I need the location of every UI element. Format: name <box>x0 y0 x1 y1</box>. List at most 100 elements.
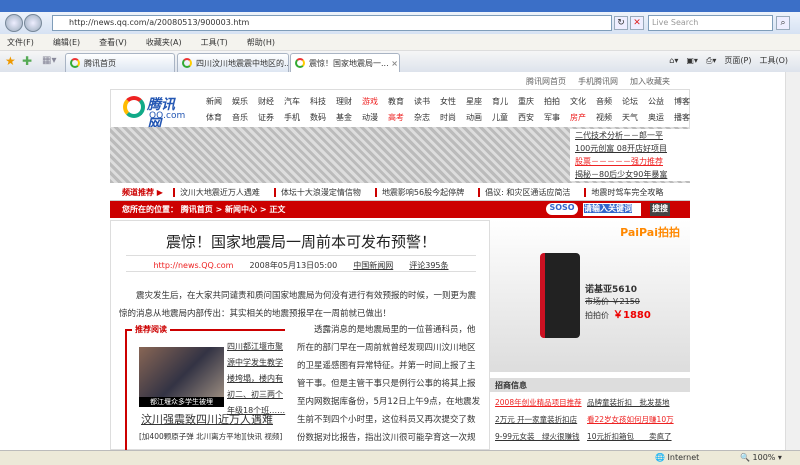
nav-link[interactable]: 育儿 <box>492 96 518 107</box>
menu-view[interactable]: 查看(V) <box>99 38 127 47</box>
rec-link[interactable]: 地震时驾车完全攻略 <box>584 188 664 197</box>
biz-link[interactable]: 2008年创业精品项目推荐 <box>495 396 587 409</box>
nav-link[interactable]: 文化 <box>570 96 596 107</box>
menu-file[interactable]: 文件(F) <box>7 38 34 47</box>
refresh-button[interactable]: ↻ <box>614 16 628 30</box>
stop-button[interactable]: ✕ <box>630 16 644 30</box>
rec-link[interactable]: 汶川大地震近万人遇难 <box>172 188 260 197</box>
ad-link[interactable]: 股票－－－－－强力推荐 <box>575 155 690 168</box>
nav-link[interactable]: 播客 <box>674 112 700 123</box>
ad-link[interactable]: 二代技术分析－－郎一平 <box>575 129 690 142</box>
nav-link[interactable]: 汽车 <box>284 96 310 107</box>
ad-link[interactable]: 揭秘－80后少女90年暴富 <box>575 168 690 181</box>
ad-link[interactable]: 100元创富 08开店好项目 <box>575 142 690 155</box>
link-mobile[interactable]: 手机腾讯网 <box>578 77 618 86</box>
nav-link[interactable]: 视频 <box>596 112 622 123</box>
menu-favorites[interactable]: 收藏夹(A) <box>146 38 182 47</box>
nav-link[interactable]: 房产 <box>570 112 596 123</box>
site-search-input[interactable]: 请输入关键词 <box>583 203 641 216</box>
nav-link[interactable]: 拍拍 <box>544 96 570 107</box>
home-icon[interactable]: ⌂▾ <box>669 56 678 65</box>
nav-link[interactable]: 公益 <box>648 96 674 107</box>
tab-qq-home[interactable]: 腾讯首页 <box>65 53 175 72</box>
paipai-price: 拍拍价 ￥1880 <box>585 310 651 321</box>
biz-link[interactable]: 品牌童装折扣 批发基地 <box>587 396 679 409</box>
biz-link[interactable]: 看22岁女孩如何月赚10万 <box>587 413 679 426</box>
nav-link[interactable]: 军事 <box>544 112 570 123</box>
menu-tools[interactable]: 工具(T) <box>201 38 228 47</box>
nav-link[interactable]: 动画 <box>466 112 492 123</box>
recommend-text[interactable]: 四川都江堰市聚源中学发生教学楼垮塌，楼内有初二、初三两个年级18个班…… <box>227 339 287 419</box>
search-icon[interactable]: ⌕ <box>776 16 790 30</box>
nav-link[interactable]: 时尚 <box>440 112 466 123</box>
nav-link[interactable]: 证券 <box>258 112 284 123</box>
nav-link[interactable]: 博客 <box>674 96 700 107</box>
tab-sichuan[interactable]: 四川汶川地震震中地区的... <box>177 53 289 72</box>
recommend-sublinks[interactable]: [加400颗原子弹 北川离方平地][快讯 视频] <box>139 431 282 442</box>
nav-link[interactable]: 动漫 <box>362 112 388 123</box>
nav-link[interactable]: 手机 <box>284 112 310 123</box>
recommend-headline[interactable]: 汶川强震致四川近万人遇难 <box>141 411 273 427</box>
breadcrumb[interactable]: 您所在的位置： 腾讯首页 > 新闻中心 > 正文 <box>122 205 285 214</box>
nav-link[interactable]: 读书 <box>414 96 440 107</box>
source-link[interactable]: 中国新闻网 <box>353 261 393 270</box>
menu-help[interactable]: 帮助(H) <box>247 38 275 47</box>
phone-ad[interactable]: PaiPai拍拍 诺基亚5610 市场价 ￥2150 拍拍价 ￥1880 <box>490 220 690 372</box>
rec-link[interactable]: 地震影响56股今起停牌 <box>374 188 465 197</box>
site-search-button[interactable]: 搜搜 <box>650 203 670 216</box>
source-url[interactable]: http://news.QQ.com <box>153 261 233 270</box>
nav-link[interactable]: 儿童 <box>492 112 518 123</box>
back-button[interactable] <box>5 14 23 32</box>
biz-link[interactable]: 10元折扣箱包 卖疯了 <box>587 430 679 443</box>
link-add-favorite[interactable]: 加入收藏夹 <box>630 77 670 86</box>
address-input[interactable]: http://news.qq.com/a/20080513/900003.htm <box>52 15 612 31</box>
banner-ad[interactable]: 二代技术分析－－郎一平 100元创富 08开店好项目 股票－－－－－强力推荐 揭秘－8… <box>110 127 690 183</box>
biz-link[interactable]: 9-99元女装 绿火很赚钱 <box>495 430 587 443</box>
rec-link[interactable]: 体坛十大浪漫定情信物 <box>273 188 361 197</box>
favorites-star-icon[interactable]: ★ <box>5 54 16 68</box>
nav-link[interactable]: 西安 <box>518 112 544 123</box>
nav-link[interactable]: 音乐 <box>232 112 258 123</box>
nav-link[interactable]: 重庆 <box>518 96 544 107</box>
quick-tabs-icon[interactable]: ▦▾ <box>42 55 56 66</box>
zoom-level[interactable]: 🔍 100% ▾ <box>740 453 782 462</box>
nav-link[interactable]: 理财 <box>336 96 362 107</box>
link-qq-home[interactable]: 腾讯网首页 <box>526 77 566 86</box>
forward-button[interactable] <box>24 14 42 32</box>
qq-logo[interactable]: 腾讯网 QQ.com <box>123 94 185 133</box>
rec-label: 频道推荐 ▶ <box>122 188 163 197</box>
biz-link[interactable]: 2万元 开一家童装折扣店 <box>495 413 587 426</box>
nav-link[interactable]: 奥运 <box>648 112 674 123</box>
nav-link[interactable]: 教育 <box>388 96 414 107</box>
add-favorite-icon[interactable]: ✚ <box>22 54 32 68</box>
feeds-icon[interactable]: ▣▾ <box>686 56 698 65</box>
menu-edit[interactable]: 编辑(E) <box>53 38 80 47</box>
tools-menu[interactable]: 工具(O) <box>759 56 788 65</box>
site-header: 腾讯网 QQ.com 新闻 娱乐 财经 汽车 科技 理财 游戏 教育 读书 女性 星座 育儿 重庆 拍拍 文化… <box>110 89 690 133</box>
nav-link[interactable]: 女性 <box>440 96 466 107</box>
nav-link[interactable]: 数码 <box>310 112 336 123</box>
sidebar: PaiPai拍拍 诺基亚5610 市场价 ￥2150 拍拍价 ￥1880 招商信息… <box>490 220 690 450</box>
internet-zone: 🌐 Internet <box>655 453 700 462</box>
nav-link[interactable]: 天气 <box>622 112 648 123</box>
nav-link[interactable]: 音频 <box>596 96 622 107</box>
nav-link[interactable]: 高考 <box>388 112 414 123</box>
nav-link[interactable]: 新闻 <box>206 96 232 107</box>
rec-link[interactable]: 倡议: 和灾区通话应简洁 <box>478 188 571 197</box>
print-icon[interactable]: ⎙▾ <box>706 56 716 65</box>
vertical-scrollbar[interactable] <box>785 72 800 450</box>
nav-link[interactable]: 基金 <box>336 112 362 123</box>
news-photo[interactable]: 都江堰众多学生被埋 <box>139 347 224 407</box>
nav-link[interactable]: 杂志 <box>414 112 440 123</box>
nav-link[interactable]: 游戏 <box>362 96 388 107</box>
search-input[interactable]: Live Search <box>648 15 773 31</box>
nav-link[interactable]: 娱乐 <box>232 96 258 107</box>
comments-link[interactable]: 评论395条 <box>409 261 448 270</box>
nav-link[interactable]: 财经 <box>258 96 284 107</box>
nav-link[interactable]: 星座 <box>466 96 492 107</box>
nav-link[interactable]: 论坛 <box>622 96 648 107</box>
page-menu[interactable]: 页面(P) <box>724 56 751 65</box>
tab-active-article[interactable]: 震惊！国家地震局一... × <box>290 53 400 72</box>
nav-link[interactable]: 体育 <box>206 112 232 123</box>
nav-link[interactable]: 科技 <box>310 96 336 107</box>
